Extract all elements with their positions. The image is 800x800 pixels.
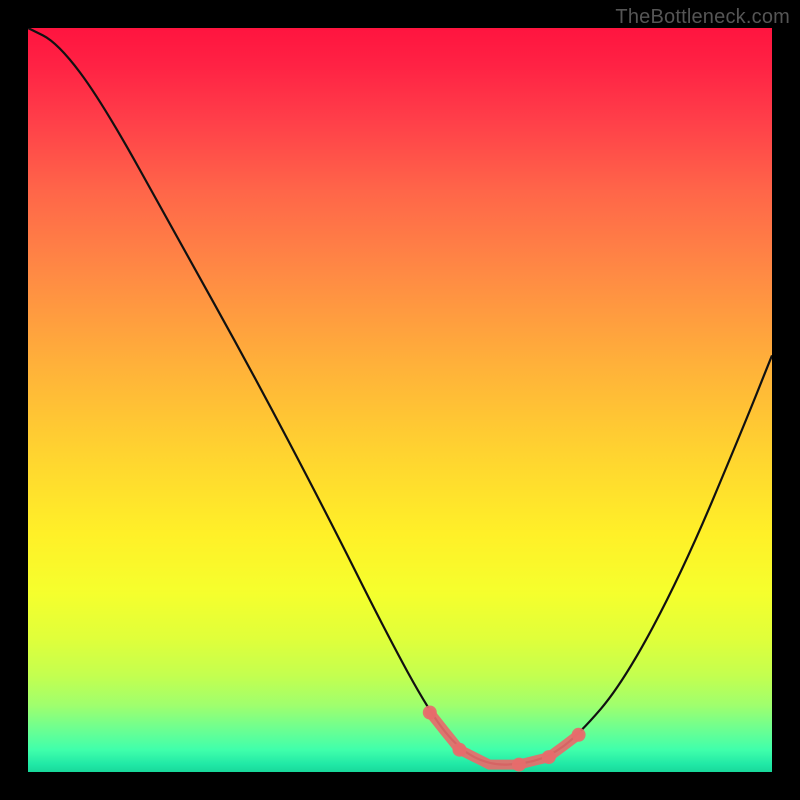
highlight-dot — [572, 728, 586, 742]
watermark-text: TheBottleneck.com — [615, 6, 790, 29]
highlight-dot — [453, 743, 467, 757]
highlight-dot — [542, 750, 556, 764]
curve-svg — [28, 28, 772, 772]
bottleneck-curve-path — [28, 28, 772, 765]
plot-area — [28, 28, 772, 772]
highlight-dot — [423, 706, 437, 720]
optimal-region-highlight — [430, 713, 579, 765]
highlight-dot — [512, 758, 526, 772]
chart-root: TheBottleneck.com — [0, 0, 800, 800]
